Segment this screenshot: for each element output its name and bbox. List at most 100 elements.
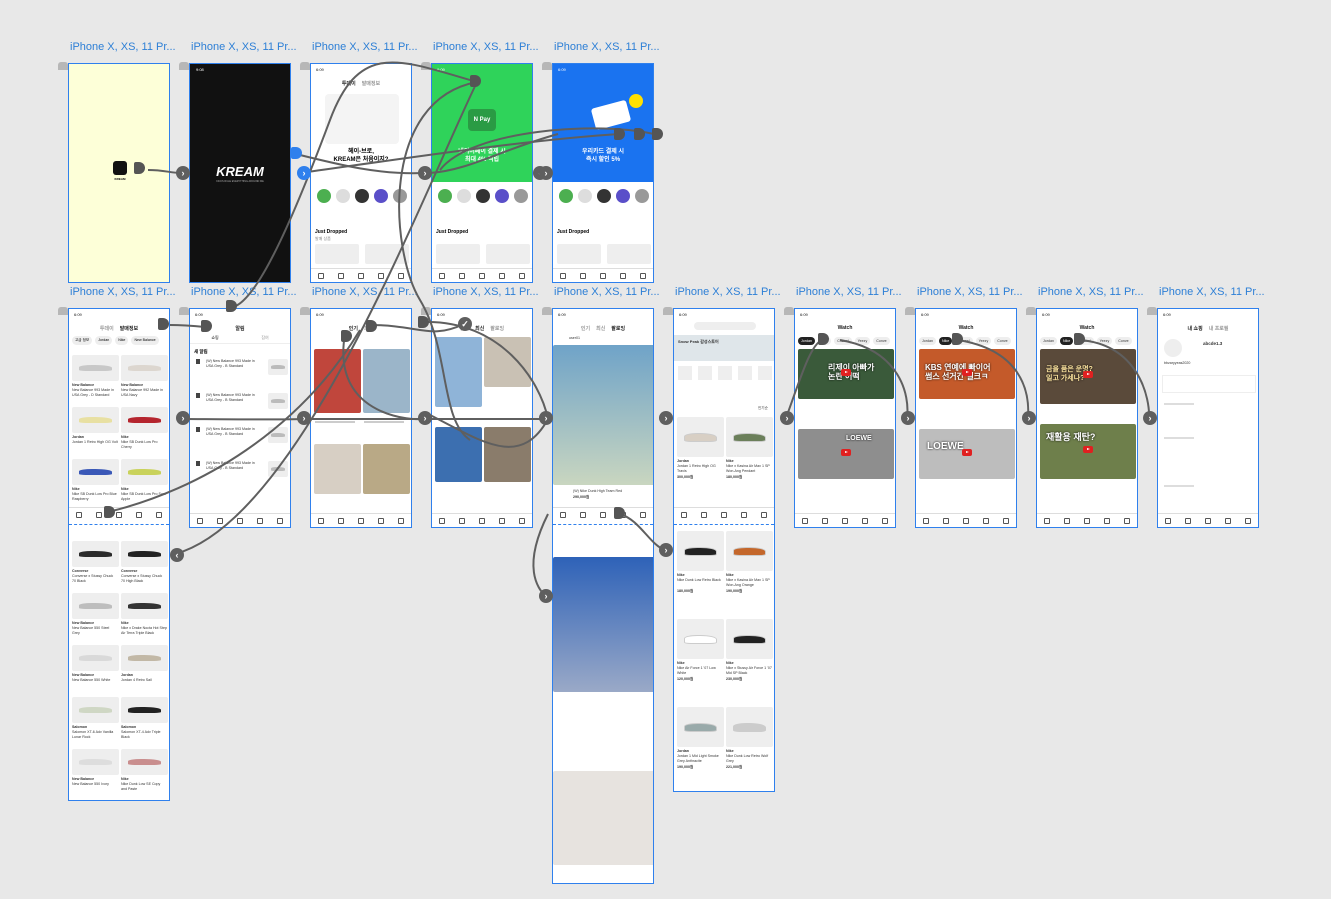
artboard-naverpay[interactable]: 6:09 N Pay 네이버페이 결제 시 최대 4% 적립 Just Drop… <box>431 63 533 283</box>
product-image[interactable] <box>72 645 119 671</box>
post-user[interactable]: user01 <box>569 336 580 341</box>
chip-conve[interactable]: Conve <box>1115 337 1132 345</box>
hotspot-knob[interactable] <box>652 128 663 140</box>
filter-chip[interactable]: New Balance <box>131 336 159 345</box>
product-image[interactable] <box>121 593 168 619</box>
artboard-label[interactable]: iPhone X, XS, 11 Pr... <box>191 286 297 298</box>
artboard-splash[interactable]: KREAM <box>68 63 170 283</box>
product-image[interactable] <box>121 645 168 671</box>
filter-chip[interactable]: Jordan <box>95 336 113 345</box>
product-image[interactable] <box>121 541 168 567</box>
artboard-watch-nike[interactable]: 6:09 Watch Jordan Nike Chanel Yeezy Conve KB… <box>915 308 1017 528</box>
product-image[interactable] <box>72 355 119 381</box>
next-arrow-icon[interactable]: › <box>780 411 794 425</box>
notice-item[interactable]: (W) New Balance 993 Made in USA Grey - B… <box>206 461 262 481</box>
artboard-shop[interactable]: 6:09 Snow Peak 감성스토어 인기순 Jordan Jordan 1… <box>673 308 775 792</box>
chip-jordan[interactable]: Jordan <box>798 337 815 345</box>
artboard-style-popular[interactable]: 6:09 인기최신 <box>310 308 412 528</box>
product-image[interactable] <box>726 531 773 571</box>
artboard-label[interactable]: iPhone X, XS, 11 Pr... <box>796 286 902 298</box>
artboard-label[interactable]: iPhone X, XS, 11 Pr... <box>1159 286 1265 298</box>
artboard-label[interactable]: iPhone X, XS, 11 Pr... <box>675 286 781 298</box>
product-image[interactable] <box>726 619 773 659</box>
next-arrow-icon[interactable]: › <box>539 411 553 425</box>
tab-my-profile[interactable]: 내 프로필 <box>1209 325 1229 332</box>
product-image[interactable] <box>121 407 168 433</box>
tab-shopping[interactable]: 쇼핑 <box>211 335 218 341</box>
artboard-label[interactable]: iPhone X, XS, 11 Pr... <box>70 41 176 53</box>
chip-jordan[interactable]: Jordan <box>919 337 936 345</box>
next-arrow-icon[interactable]: › <box>176 166 190 180</box>
notice-item[interactable]: (W) New Balance 993 Made in USA Grey - B… <box>206 427 262 447</box>
next-arrow-icon[interactable]: › <box>297 411 311 425</box>
chip-nike[interactable]: Nike <box>1060 337 1074 345</box>
tab-popular[interactable]: 인기 <box>349 325 358 332</box>
chip-jordan[interactable]: Jordan <box>1040 337 1057 345</box>
chip-conve[interactable]: Conve <box>994 337 1011 345</box>
artboard-release-list[interactable]: 6:09 투데이 발매정보 고급 정보 Jordan Nike New Balan… <box>68 308 170 801</box>
product-image[interactable] <box>726 417 773 457</box>
product-image[interactable] <box>677 619 724 659</box>
next-arrow-icon[interactable]: › <box>176 411 190 425</box>
notice-item[interactable]: (W) New Balance 993 Made in USA Grey - B… <box>206 393 262 413</box>
chip-nike[interactable]: Nike <box>939 337 953 345</box>
artboard-label[interactable]: iPhone X, XS, 11 Pr... <box>554 286 660 298</box>
filter-chip[interactable]: 고급 정보 <box>72 336 93 345</box>
next-arrow-icon[interactable]: › <box>659 411 673 425</box>
prev-arrow-icon[interactable]: ‹ <box>170 548 184 562</box>
sort-select[interactable]: 인기순 <box>758 406 768 411</box>
product-image[interactable] <box>72 697 119 723</box>
artboard-label[interactable]: iPhone X, XS, 11 Pr... <box>1038 286 1144 298</box>
tab-release[interactable]: 발매정보 <box>362 80 380 87</box>
product-image[interactable] <box>121 355 168 381</box>
artboard-label[interactable]: iPhone X, XS, 11 Pr... <box>433 41 539 53</box>
product-image[interactable] <box>72 749 119 775</box>
tab-today[interactable]: 투데이 <box>342 80 356 87</box>
artboard-label[interactable]: iPhone X, XS, 11 Pr... <box>917 286 1023 298</box>
hotspot-knob[interactable] <box>418 316 429 328</box>
check-icon[interactable]: ✓ <box>458 317 472 331</box>
artboard-style-latest[interactable]: 6:09 인기최신팔로잉 <box>431 308 533 528</box>
product-image[interactable] <box>677 531 724 571</box>
product-image[interactable] <box>72 541 119 567</box>
artboard-watch-jordan[interactable]: 6:09 Watch JordanNikeChanelYeezyConve 리제… <box>794 308 896 528</box>
chip-yeezy[interactable]: Yeezy <box>854 337 871 345</box>
artboard-my-page[interactable]: 6:09 내 쇼핑 내 프로필 abcde1.3 bbzaryyeas2020 <box>1157 308 1259 528</box>
next-arrow-icon[interactable]: › <box>539 166 553 180</box>
artboard-label[interactable]: iPhone X, XS, 11 Pr... <box>312 286 418 298</box>
next-arrow-icon[interactable]: › <box>418 166 432 180</box>
product-image[interactable] <box>72 407 119 433</box>
chip-chanel[interactable]: Chanel <box>834 337 852 345</box>
artboard-notifications[interactable]: 6:09 알림 쇼핑 참여 새 알림 (W) New Balance 993 Ma… <box>189 308 291 528</box>
tab-participate[interactable]: 참여 <box>261 335 268 341</box>
artboard-dark-splash[interactable]: 9:08 KREAM KICKS RULE EVERYTHING AROUND … <box>189 63 291 283</box>
chip-yeezy[interactable]: Yeezy <box>975 337 992 345</box>
next-arrow-icon[interactable]: › <box>1022 411 1036 425</box>
chip-yeezy[interactable]: Yeezy <box>1096 337 1113 345</box>
next-arrow-icon[interactable]: › <box>297 166 311 180</box>
artboard-label[interactable]: iPhone X, XS, 11 Pr... <box>433 286 539 298</box>
post-product[interactable]: (W) Nike Dunk High Team Red <box>573 489 622 494</box>
chip-conve[interactable]: Conve <box>873 337 890 345</box>
avatar[interactable] <box>1164 339 1182 357</box>
next-arrow-icon[interactable]: › <box>1143 411 1157 425</box>
product-image[interactable] <box>677 707 724 747</box>
hotspot-knob[interactable] <box>291 147 302 159</box>
artboard-following-feed[interactable]: 6:09 인기 최신 팔로잉 user01 (W) Nike Dunk High T… <box>552 308 654 884</box>
product-image[interactable] <box>121 749 168 775</box>
artboard-label[interactable]: iPhone X, XS, 11 Pr... <box>312 41 418 53</box>
artboard-label[interactable]: iPhone X, XS, 11 Pr... <box>70 286 176 298</box>
next-arrow-icon[interactable]: › <box>901 411 915 425</box>
artboard-home[interactable]: 6:09 투데이 발매정보 헤이-브로, KREAM은 처음이지? Just Dr… <box>310 63 412 283</box>
product-image[interactable] <box>677 417 724 457</box>
product-image[interactable] <box>72 459 119 485</box>
artboard-watch-list[interactable]: 6:09 Watch Jordan Nike Chanel Yeezy Conve 금을… <box>1036 308 1138 528</box>
next-arrow-icon[interactable]: › <box>659 543 673 557</box>
product-image[interactable] <box>726 707 773 747</box>
next-arrow-icon[interactable]: › <box>539 589 553 603</box>
product-image[interactable] <box>72 593 119 619</box>
filter-chip[interactable]: Nike <box>115 336 129 345</box>
product-image[interactable] <box>121 459 168 485</box>
search-input[interactable] <box>694 322 756 330</box>
tab-my-shopping[interactable]: 내 쇼핑 <box>1188 325 1203 332</box>
